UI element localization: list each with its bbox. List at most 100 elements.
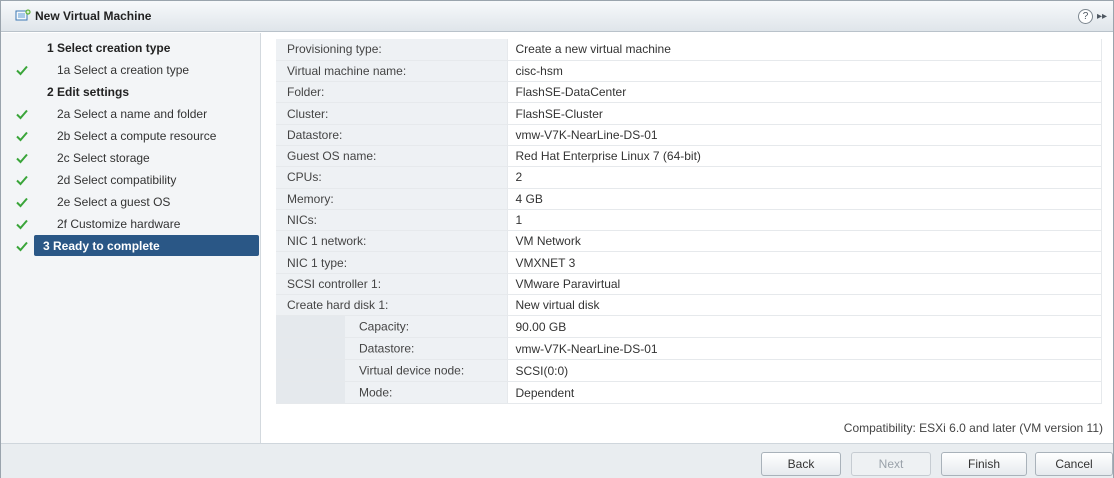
summary-key-label: Mode: bbox=[359, 385, 393, 400]
wizard-step[interactable]: 2d Select compatibility bbox=[1, 169, 261, 191]
summary-row: Capacity: 90.00 GB bbox=[276, 315, 1102, 339]
summary-value: FlashSE-Cluster bbox=[507, 102, 1102, 125]
wizard-step[interactable]: 3 Ready to complete bbox=[1, 235, 261, 257]
wizard-step-label: 2a Select a name and folder bbox=[57, 107, 208, 121]
summary-row: NICs: 1 bbox=[276, 209, 1102, 232]
cancel-button[interactable]: Cancel bbox=[1035, 452, 1113, 476]
summary-value: 4 GB bbox=[507, 188, 1102, 210]
wizard-step-label: 2 Edit settings bbox=[47, 85, 130, 99]
summary-row: Datastore: vmw-V7K-NearLine-DS-01 bbox=[276, 124, 1102, 146]
new-vm-wizard-window: New Virtual Machine ? ▸▸ 1 Select creati… bbox=[0, 0, 1114, 478]
wizard-step[interactable]: 2f Customize hardware bbox=[1, 213, 261, 235]
wizard-step[interactable]: 2b Select a compute resource bbox=[1, 125, 261, 147]
wizard-step-label: 1 Select creation type bbox=[47, 41, 171, 55]
summary-row: Guest OS name: Red Hat Enterprise Linux 7… bbox=[276, 145, 1102, 168]
checkmark-icon bbox=[16, 241, 28, 252]
wizard-step: 2 Edit settings bbox=[1, 81, 261, 103]
summary-key: Datastore: bbox=[276, 124, 508, 146]
summary-row: Virtual machine name: cisc-hsm bbox=[276, 60, 1102, 83]
summary-row: Virtual device node: SCSI(0:0) bbox=[276, 359, 1102, 383]
checkmark-icon bbox=[16, 109, 28, 120]
summary-value: Create a new virtual machine bbox=[507, 39, 1102, 61]
next-button[interactable]: Next bbox=[851, 452, 931, 476]
nested-indent bbox=[276, 382, 345, 404]
summary-key: Virtual device node: bbox=[276, 359, 508, 383]
expand-icon[interactable]: ▸▸ bbox=[1097, 9, 1111, 24]
window-title: New Virtual Machine bbox=[35, 9, 152, 23]
summary-value: VMXNET 3 bbox=[507, 251, 1102, 274]
compatibility-text: Compatibility: ESXi 6.0 and later (VM ve… bbox=[843, 421, 1103, 435]
new-vm-icon bbox=[15, 9, 31, 21]
summary-value: vmw-V7K-NearLine-DS-01 bbox=[507, 124, 1102, 146]
wizard-step[interactable]: 2c Select storage bbox=[1, 147, 261, 169]
summary-row: Mode: Dependent bbox=[276, 381, 1102, 405]
wizard-steps-sidebar: 1 Select creation type 1a Select a creati… bbox=[1, 33, 261, 443]
wizard-step-label: 2e Select a guest OS bbox=[57, 195, 171, 209]
back-button[interactable]: Back bbox=[761, 452, 841, 476]
summary-value: 1 bbox=[507, 209, 1102, 232]
summary-key-label: Virtual device node: bbox=[359, 363, 465, 378]
settings-summary-table: Provisioning type: Create a new virtual m… bbox=[276, 39, 1102, 405]
checkmark-icon bbox=[16, 219, 28, 230]
checkmark-icon bbox=[16, 197, 28, 208]
summary-key: Datastore: bbox=[276, 337, 508, 361]
summary-key: NICs: bbox=[276, 209, 508, 232]
summary-key: Folder: bbox=[276, 81, 508, 104]
checkmark-icon bbox=[16, 131, 28, 142]
checkmark-icon bbox=[16, 175, 28, 186]
summary-key: NIC 1 type: bbox=[276, 251, 508, 274]
summary-row: Provisioning type: Create a new virtual m… bbox=[276, 39, 1102, 61]
summary-value: 90.00 GB bbox=[507, 315, 1102, 339]
summary-key: NIC 1 network: bbox=[276, 230, 508, 253]
summary-value: 2 bbox=[507, 166, 1102, 189]
summary-row: Cluster: FlashSE-Cluster bbox=[276, 102, 1102, 125]
nested-indent bbox=[276, 338, 345, 360]
finish-button[interactable]: Finish bbox=[941, 452, 1027, 476]
help-icon[interactable]: ? bbox=[1078, 9, 1093, 24]
summary-row: NIC 1 network: VM Network bbox=[276, 230, 1102, 253]
summary-key: Mode: bbox=[276, 381, 508, 405]
checkmark-icon bbox=[16, 65, 28, 76]
summary-value: vmw-V7K-NearLine-DS-01 bbox=[507, 337, 1102, 361]
wizard-step-label: 1a Select a creation type bbox=[57, 63, 190, 77]
wizard-step-label: 2c Select storage bbox=[57, 151, 150, 165]
summary-key: Provisioning type: bbox=[276, 39, 508, 61]
checkmark-icon bbox=[16, 153, 28, 164]
summary-value: cisc-hsm bbox=[507, 60, 1102, 83]
wizard-step-label: 3 Ready to complete bbox=[43, 239, 160, 253]
summary-key: SCSI controller 1: bbox=[276, 273, 508, 296]
title-bar: New Virtual Machine ? ▸▸ bbox=[1, 1, 1113, 32]
summary-row: SCSI controller 1: VMware Paravirtual bbox=[276, 273, 1102, 296]
summary-value: VMware Paravirtual bbox=[507, 273, 1102, 296]
summary-value: New virtual disk bbox=[507, 294, 1102, 317]
summary-row: Create hard disk 1: New virtual disk bbox=[276, 294, 1102, 317]
summary-row: CPUs: 2 bbox=[276, 166, 1102, 189]
summary-key: Capacity: bbox=[276, 315, 508, 339]
wizard-step[interactable]: 2e Select a guest OS bbox=[1, 191, 261, 213]
summary-key: Cluster: bbox=[276, 102, 508, 125]
wizard-step-label: 2f Customize hardware bbox=[57, 217, 181, 231]
summary-row: Folder: FlashSE-DataCenter bbox=[276, 81, 1102, 104]
summary-key: Memory: bbox=[276, 188, 508, 210]
nested-indent bbox=[276, 316, 345, 338]
summary-value: Dependent bbox=[507, 381, 1102, 405]
summary-row: Memory: 4 GB bbox=[276, 188, 1102, 210]
summary-key: CPUs: bbox=[276, 166, 508, 189]
wizard-step-label: 2b Select a compute resource bbox=[57, 129, 217, 143]
summary-value: SCSI(0:0) bbox=[507, 359, 1102, 383]
summary-key: Create hard disk 1: bbox=[276, 294, 508, 317]
ready-to-complete-panel: Provisioning type: Create a new virtual m… bbox=[262, 33, 1113, 443]
wizard-step[interactable]: 2a Select a name and folder bbox=[1, 103, 261, 125]
summary-key-label: Datastore: bbox=[359, 341, 415, 356]
summary-key: Virtual machine name: bbox=[276, 60, 508, 83]
summary-value: FlashSE-DataCenter bbox=[507, 81, 1102, 104]
nested-indent bbox=[276, 360, 345, 382]
wizard-step[interactable]: 1a Select a creation type bbox=[1, 59, 261, 81]
summary-key-label: Capacity: bbox=[359, 319, 410, 334]
summary-value: VM Network bbox=[507, 230, 1102, 253]
wizard-step-label: 2d Select compatibility bbox=[57, 173, 177, 187]
summary-key: Guest OS name: bbox=[276, 145, 508, 168]
wizard-step: 1 Select creation type bbox=[1, 37, 261, 59]
summary-row: Datastore: vmw-V7K-NearLine-DS-01 bbox=[276, 337, 1102, 361]
summary-value: Red Hat Enterprise Linux 7 (64-bit) bbox=[507, 145, 1102, 168]
